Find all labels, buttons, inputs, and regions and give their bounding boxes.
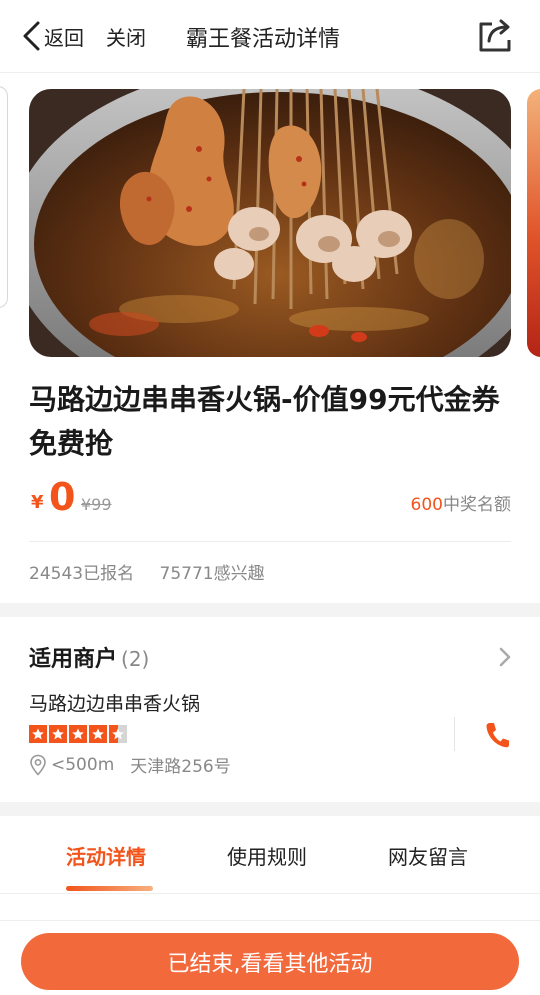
merchant-distance: <500m bbox=[51, 754, 115, 775]
location-pin-icon bbox=[30, 754, 46, 776]
star-icon bbox=[29, 725, 47, 743]
merchant-count: (2) bbox=[121, 647, 150, 671]
divider bbox=[29, 541, 511, 542]
hot-pot-photo bbox=[29, 89, 511, 357]
tab-activity-details[interactable]: 活动详情 bbox=[66, 841, 146, 870]
chevron-right-icon[interactable] bbox=[496, 645, 514, 669]
star-icon bbox=[89, 725, 107, 743]
chevron-left-icon bbox=[23, 21, 40, 51]
merchant-name[interactable]: 马路边边串串香火锅 bbox=[29, 689, 200, 716]
carousel-prev-slide[interactable] bbox=[0, 86, 8, 308]
carousel-main-image[interactable] bbox=[29, 89, 511, 357]
star-rating bbox=[29, 725, 129, 743]
close-button[interactable]: 关闭 bbox=[106, 22, 146, 51]
deal-title: 马路边边串串香火锅-价值99元代金券免费抢 bbox=[29, 383, 500, 460]
quota-number: 600 bbox=[410, 495, 443, 515]
vertical-divider bbox=[454, 717, 455, 751]
active-tab-indicator bbox=[66, 886, 153, 891]
merchant-address: 天津路256号 bbox=[130, 757, 231, 777]
back-label: 返回 bbox=[44, 25, 84, 50]
winner-quota: 600中奖名额 bbox=[411, 490, 511, 515]
star-icon bbox=[69, 725, 87, 743]
share-icon bbox=[479, 19, 511, 52]
detail-tabs: 活动详情 使用规则 网友留言 bbox=[0, 816, 540, 894]
carousel-next-slide[interactable] bbox=[527, 89, 540, 357]
nav-header: 返回 关闭 霸王餐活动详情 bbox=[0, 0, 540, 73]
deal-price: 0 bbox=[49, 475, 76, 519]
ended-see-other-activities-button[interactable]: 已结束,看看其他活动 bbox=[21, 933, 519, 990]
tab-user-comments[interactable]: 网友留言 bbox=[388, 841, 468, 870]
share-button[interactable] bbox=[476, 16, 514, 54]
deal-stats: 24543已报名 75771感兴趣 bbox=[29, 559, 285, 584]
interest-count: 75771感兴趣 bbox=[159, 564, 265, 584]
merchant-location: <500m 天津路256号 bbox=[29, 752, 231, 777]
star-icon bbox=[49, 725, 67, 743]
half-star-icon bbox=[109, 725, 127, 743]
back-button[interactable]: 返回 bbox=[20, 20, 84, 52]
original-price: ¥99 bbox=[81, 495, 112, 514]
bottom-action-bar: 已结束,看看其他活动 bbox=[0, 920, 540, 995]
image-carousel[interactable] bbox=[0, 86, 540, 358]
section-gap bbox=[0, 802, 540, 816]
price-row: ¥ 0 ¥99 600中奖名额 bbox=[29, 473, 511, 523]
page-title: 霸王餐活动详情 bbox=[186, 27, 341, 52]
currency-symbol: ¥ bbox=[31, 492, 44, 513]
signup-count: 24543已报名 bbox=[29, 564, 135, 584]
section-gap bbox=[0, 603, 540, 617]
quota-label: 中奖名额 bbox=[443, 495, 511, 515]
merchant-heading-label: 适用商户 bbox=[29, 647, 118, 672]
phone-icon[interactable] bbox=[483, 720, 511, 750]
merchant-section-heading[interactable]: 适用商户 (2) bbox=[29, 641, 149, 673]
tab-usage-rules[interactable]: 使用规则 bbox=[227, 841, 307, 870]
